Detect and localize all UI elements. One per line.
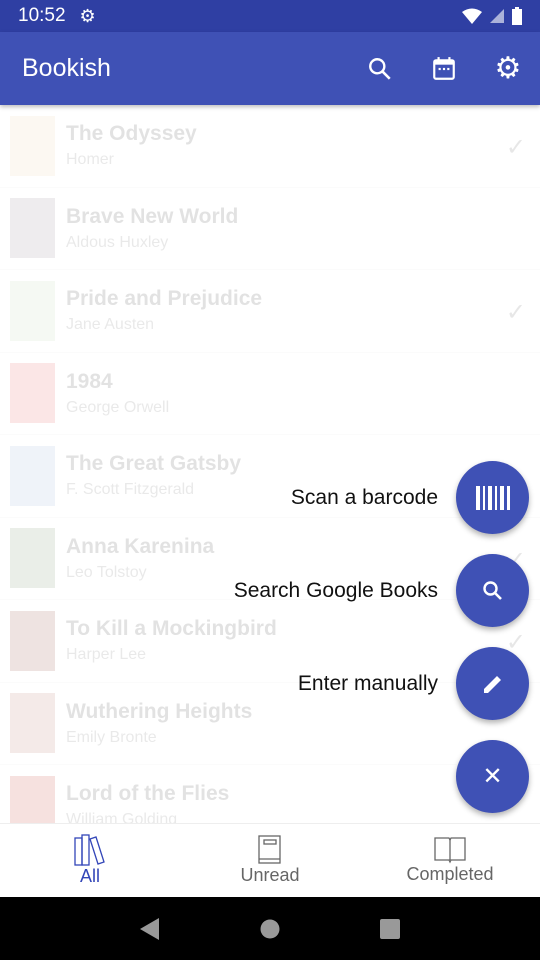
settings-icon: ⚙ — [494, 52, 522, 85]
wifi-icon — [462, 8, 482, 24]
app-title: Bookish — [22, 54, 111, 82]
status-bar: 10:52 ⚙ — [0, 0, 540, 32]
settings-notification-icon: ⚙ — [79, 5, 96, 26]
signal-icon — [490, 9, 504, 23]
system-navigation-bar — [0, 897, 540, 960]
search-icon — [369, 57, 391, 80]
search-icon — [482, 580, 502, 600]
enter-manually-button[interactable] — [456, 647, 529, 720]
settings-button[interactable]: ⚙ — [476, 37, 540, 101]
nav-completed-label: Completed — [406, 864, 494, 884]
close-icon: ✕ — [482, 763, 503, 790]
app-bar: Bookish ⚙ — [0, 32, 540, 105]
close-fab-option[interactable]: ✕ — [456, 740, 529, 813]
search-button[interactable] — [348, 37, 412, 101]
barcode-icon — [475, 485, 510, 510]
close-fab-button[interactable]: ✕ — [456, 740, 529, 813]
calendar-icon — [433, 56, 455, 80]
battery-icon — [512, 7, 522, 25]
nav-unread[interactable]: Unread — [180, 824, 360, 897]
recents-icon[interactable] — [380, 918, 400, 939]
book-closed-icon — [258, 835, 281, 864]
search-google-books-label: Search Google Books — [233, 578, 438, 602]
book-open-icon — [434, 837, 466, 864]
scan-barcode-option[interactable]: Scan a barcode — [291, 461, 529, 534]
pencil-icon — [483, 675, 501, 693]
search-google-books-option[interactable]: Search Google Books — [234, 554, 529, 627]
search-google-books-button[interactable] — [456, 554, 529, 627]
bookshelf-icon — [74, 834, 105, 866]
nav-unread-label: Unread — [240, 865, 300, 885]
bottom-navigation: All Unread Completed — [0, 823, 540, 897]
nav-completed[interactable]: Completed — [360, 824, 540, 897]
back-icon[interactable] — [140, 917, 160, 940]
nav-all-label: All — [79, 866, 100, 886]
nav-all[interactable]: All — [0, 824, 180, 897]
home-icon[interactable] — [260, 919, 280, 939]
calendar-button[interactable] — [412, 37, 476, 101]
scan-barcode-button[interactable] — [456, 461, 529, 534]
enter-manually-option[interactable]: Enter manually — [298, 647, 529, 720]
status-time: 10:52 — [18, 5, 66, 26]
enter-manually-label: Enter manually — [297, 671, 438, 695]
scan-barcode-label: Scan a barcode — [290, 485, 438, 509]
